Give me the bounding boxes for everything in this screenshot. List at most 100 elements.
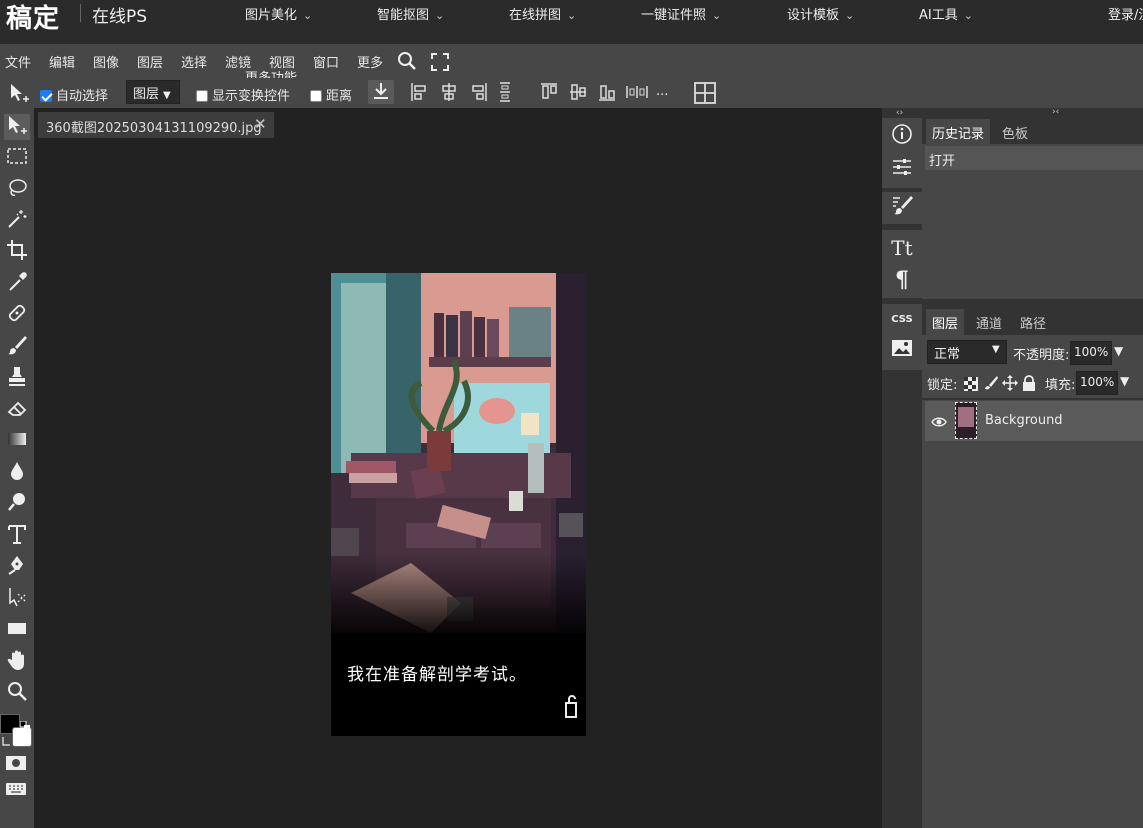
lock-position-icon[interactable] <box>1002 375 1018 391</box>
expand-icon[interactable]: ›‹ <box>1052 107 1059 117</box>
align-vcenter-icon[interactable] <box>569 82 587 102</box>
adjustments-icon[interactable] <box>888 156 916 184</box>
lock-all-icon[interactable] <box>1022 375 1036 391</box>
paragraph-icon[interactable]: ¶ <box>888 266 916 294</box>
zoom-tool-icon[interactable] <box>4 680 30 706</box>
menu-bar <box>0 44 1143 78</box>
chevron-down-icon: ⌄ <box>845 9 855 22</box>
nav-image-beautify[interactable]: 图片美化 ⌄ <box>245 4 312 23</box>
menu-image[interactable]: 图像 <box>93 52 119 71</box>
align-hcenter-icon[interactable] <box>440 82 458 102</box>
path-selection-tool-icon[interactable] <box>4 586 30 612</box>
brush-tool-icon[interactable] <box>4 334 30 360</box>
chevron-down-icon: ⌄ <box>567 9 577 22</box>
menu-file[interactable]: 文件 <box>5 52 31 71</box>
stamp-tool-icon[interactable] <box>4 365 30 391</box>
chevron-down-icon: ⌄ <box>303 9 313 22</box>
crop-tool-icon[interactable] <box>4 239 30 265</box>
grid-icon[interactable] <box>694 82 716 104</box>
login-link[interactable]: 登录/注 <box>1108 4 1143 23</box>
image-icon[interactable] <box>888 338 916 366</box>
css-icon[interactable]: CSS <box>888 306 916 334</box>
opacity-dropdown-icon[interactable]: ▼ <box>1114 344 1123 358</box>
layer-thumbnail-image <box>958 407 974 427</box>
distribute-vertical-icon[interactable] <box>498 82 512 102</box>
menu-window[interactable]: 窗口 <box>313 52 339 71</box>
panel-header-strip <box>922 108 1143 118</box>
tab-history[interactable]: 历史记录 <box>926 119 991 146</box>
nav-label: 在线拼图 <box>509 8 562 23</box>
auto-select-checkbox[interactable] <box>40 90 52 102</box>
dodge-tool-icon[interactable] <box>4 491 30 517</box>
blend-mode-value: 正常 <box>934 347 961 362</box>
auto-select-option[interactable]: 自动选择 <box>40 85 108 104</box>
distribute-horizontal-icon[interactable] <box>626 84 648 100</box>
fill-dropdown-icon[interactable]: ▼ <box>1120 374 1129 388</box>
search-icon[interactable] <box>397 51 417 71</box>
show-transform-option[interactable]: 显示变换控件 <box>196 85 290 104</box>
magic-wand-tool-icon[interactable] <box>4 208 30 234</box>
nav-online-collage[interactable]: 在线拼图 ⌄ <box>509 4 576 23</box>
product-name[interactable]: 在线PS <box>92 2 147 27</box>
distance-option[interactable]: 距离 <box>310 85 352 104</box>
history-item[interactable]: 打开 <box>925 146 1143 170</box>
nav-design-templates[interactable]: 设计模板 ⌄ <box>787 4 854 23</box>
collapse-icon[interactable]: ‹› <box>896 108 903 118</box>
nav-ai-tools[interactable]: AI工具 ⌄ <box>919 4 973 23</box>
more-options[interactable]: ... <box>656 84 668 99</box>
eyedropper-tool-icon[interactable] <box>4 271 30 297</box>
nav-label: 智能抠图 <box>377 8 430 23</box>
hand-tool-icon[interactable] <box>4 649 30 675</box>
lock-transparency-icon[interactable] <box>964 376 978 391</box>
marquee-tool-icon[interactable] <box>4 145 30 171</box>
quick-mask-icon[interactable] <box>5 755 27 771</box>
tab-layers[interactable]: 图层 <box>926 309 965 336</box>
lock-pixels-icon[interactable] <box>984 375 998 391</box>
eye-icon[interactable] <box>931 414 947 428</box>
character-icon[interactable]: Tt <box>888 234 916 262</box>
download-icon[interactable] <box>368 80 394 104</box>
distance-checkbox[interactable] <box>310 90 322 102</box>
eraser-tool-icon[interactable] <box>4 397 30 423</box>
keyboard-icon[interactable] <box>5 781 27 795</box>
blend-mode-select[interactable]: 正常 ▼ <box>927 340 1007 364</box>
nav-id-photo[interactable]: 一键证件照 ⌄ <box>641 4 721 23</box>
layer-row[interactable]: Background <box>925 401 1143 441</box>
lasso-tool-icon[interactable] <box>4 177 30 203</box>
info-icon[interactable] <box>888 123 916 151</box>
move-tool-icon[interactable] <box>8 82 30 104</box>
layer-thumbnail <box>955 402 977 439</box>
default-colors-icon[interactable] <box>19 716 30 731</box>
text-tool-icon[interactable] <box>4 523 30 549</box>
fill-input[interactable]: 100% <box>1076 371 1118 395</box>
menu-more[interactable]: 更多 <box>357 52 383 71</box>
move-tool-icon[interactable] <box>4 114 30 140</box>
nav-smart-cutout[interactable]: 智能抠图 ⌄ <box>377 4 444 23</box>
close-icon[interactable]: ✕ <box>254 115 267 133</box>
menu-edit[interactable]: 编辑 <box>49 52 75 71</box>
align-top-icon[interactable] <box>540 82 558 102</box>
document-tab[interactable]: 360截图20250304131109290.jpg ✕ <box>38 112 274 138</box>
swap-colors-icon[interactable] <box>1 733 11 746</box>
tab-paths[interactable]: 路径 <box>1014 309 1052 336</box>
tab-channels[interactable]: 通道 <box>970 309 1008 336</box>
logo[interactable]: 稿定 <box>6 0 60 35</box>
menu-layer[interactable]: 图层 <box>137 52 163 71</box>
healing-brush-tool-icon[interactable] <box>4 302 30 328</box>
opacity-input[interactable]: 100% <box>1070 341 1112 365</box>
pen-tool-icon[interactable] <box>4 554 30 580</box>
show-transform-checkbox[interactable] <box>196 90 208 102</box>
gradient-tool-icon[interactable] <box>4 428 30 454</box>
align-bottom-icon[interactable] <box>598 82 616 102</box>
fullscreen-icon[interactable] <box>431 53 449 71</box>
layer-name[interactable]: Background <box>985 413 1063 428</box>
menu-select[interactable]: 选择 <box>181 52 207 71</box>
target-select[interactable]: 图层 ▼ <box>126 80 180 104</box>
tab-swatches[interactable]: 色板 <box>996 119 1034 146</box>
brush-settings-icon[interactable] <box>888 194 916 222</box>
align-right-icon[interactable] <box>470 82 488 102</box>
align-left-icon[interactable] <box>410 82 428 102</box>
document-canvas[interactable]: 我在准备解剖学考试。 <box>331 273 586 736</box>
blur-tool-icon[interactable] <box>4 460 30 486</box>
rectangle-tool-icon[interactable] <box>4 617 30 643</box>
